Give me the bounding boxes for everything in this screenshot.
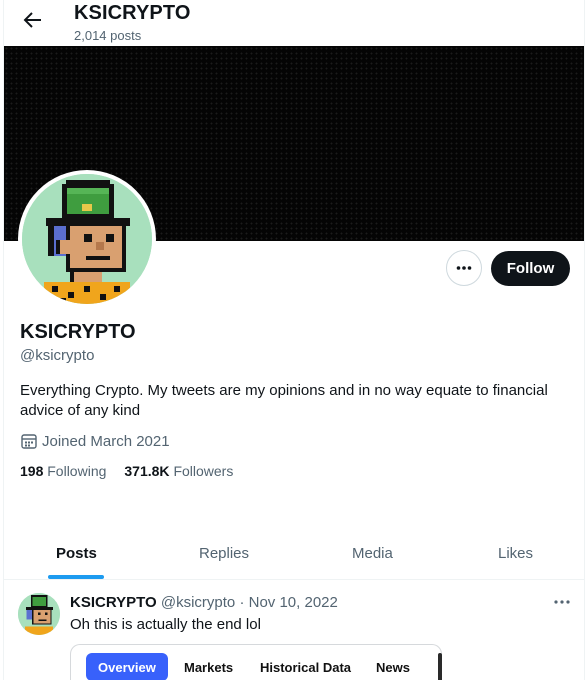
header-title: KSICRYPTO	[74, 2, 191, 24]
tweet-header: KSICRYPTO @ksicrypto · Nov 10, 2022	[70, 594, 338, 611]
follow-stats: 198 Following 371.8K Followers	[20, 463, 233, 479]
pixel-avatar-image	[22, 174, 152, 304]
profile-avatar[interactable]	[18, 170, 156, 308]
tweet-more-icon[interactable]	[552, 593, 572, 611]
tab-posts[interactable]: Posts	[56, 545, 97, 562]
profile-name: KSICRYPTO	[20, 321, 136, 343]
tweet-handle[interactable]: @ksicrypto	[161, 594, 235, 611]
followers-count: 371.8K	[124, 463, 170, 479]
card-tab-historical-data: Historical Data	[260, 659, 352, 675]
post-count: 2,014 posts	[74, 28, 142, 43]
tweet-separator: ·	[239, 594, 245, 611]
active-tab-indicator	[48, 575, 104, 579]
followers-label: Followers	[173, 463, 234, 479]
calendar-icon	[21, 434, 37, 449]
ellipsis-icon	[456, 266, 472, 270]
card-tab-news: News	[376, 659, 410, 675]
tweet-date[interactable]: Nov 10, 2022	[249, 594, 338, 611]
profile-handle: @ksicrypto	[20, 347, 95, 364]
tweet[interactable]: KSICRYPTO @ksicrypto · Nov 10, 2022 Oh t…	[4, 581, 584, 680]
profile-page: KSICRYPTO 2,014 posts Follow KSICRYPTO @…	[3, 0, 585, 680]
back-arrow-icon[interactable]	[20, 8, 44, 32]
card-tab-overview: Overview	[86, 653, 168, 680]
joined-text: Joined March 2021	[42, 432, 170, 450]
pixel-avatar-small-image	[18, 593, 60, 635]
following-count: 198	[20, 463, 44, 479]
card-tab-markets: Markets	[184, 659, 234, 675]
more-options-button[interactable]	[446, 250, 482, 286]
following-link[interactable]: 198 Following	[20, 463, 106, 479]
follow-button[interactable]: Follow	[491, 251, 570, 286]
followers-link[interactable]: 371.8K Followers	[124, 463, 233, 479]
top-bar: KSICRYPTO 2,014 posts	[4, 0, 584, 46]
tweet-avatar[interactable]	[18, 593, 60, 635]
tab-media[interactable]: Media	[352, 545, 393, 562]
following-label: Following	[47, 463, 107, 479]
profile-bio: Everything Crypto. My tweets are my opin…	[20, 382, 548, 419]
tweet-author[interactable]: KSICRYPTO	[70, 594, 157, 611]
tweet-media-card[interactable]: Overview Markets Historical Data News	[70, 644, 442, 680]
tab-replies[interactable]: Replies	[199, 545, 249, 562]
tweet-text: Oh this is actually the end lol	[70, 616, 261, 633]
joined-date: Joined March 2021	[20, 432, 170, 450]
tab-likes[interactable]: Likes	[498, 545, 533, 562]
profile-tabs: Posts Replies Media Likes	[4, 530, 584, 580]
card-edge-shadow	[438, 653, 442, 680]
